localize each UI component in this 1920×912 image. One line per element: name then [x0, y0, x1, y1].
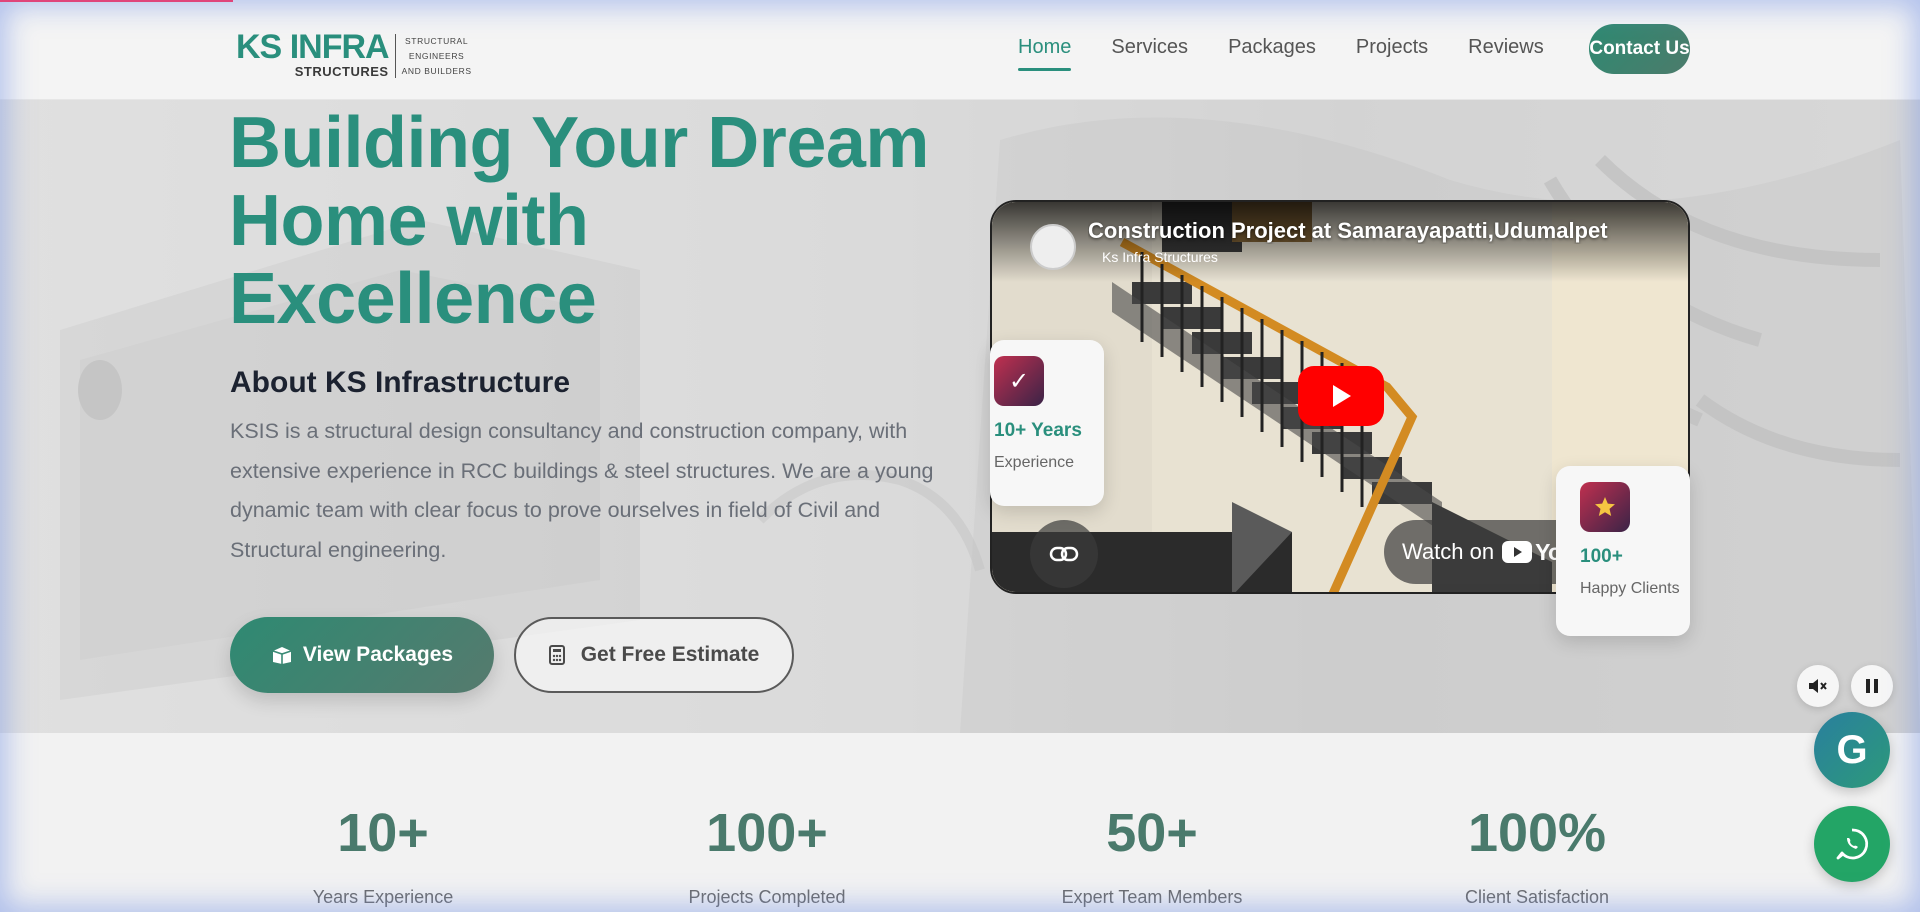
- logo-tagline-line: ENGINEERS: [408, 50, 465, 61]
- get-free-estimate-label: Get Free Estimate: [580, 643, 760, 666]
- stat-years: 10+ Years Experience: [233, 733, 533, 908]
- nav-home[interactable]: Home: [1018, 36, 1072, 71]
- logo-structures: STRUCTURES: [294, 64, 389, 79]
- google-reviews-button[interactable]: G: [1814, 712, 1890, 788]
- nav-projects[interactable]: Projects: [1356, 36, 1428, 59]
- experience-card: ✓ 10+ Years Experience: [990, 340, 1104, 506]
- star-icon: [1580, 482, 1630, 532]
- hero-title-line: Home with: [229, 181, 589, 261]
- happy-clients-label: Happy Clients: [1580, 580, 1680, 597]
- happy-clients-card: 100+ Happy Clients: [1556, 466, 1690, 636]
- stat-label: Years Experience: [312, 887, 454, 907]
- nav-packages[interactable]: Packages: [1228, 36, 1316, 59]
- hero-title-line: Building Your Dream: [229, 103, 929, 183]
- hero-section: Building Your Dream Home with Excellence…: [0, 100, 1920, 733]
- stat-value: 100%: [1467, 803, 1607, 863]
- site-logo[interactable]: KS INFRA STRUCTURES STRUCTURAL ENGINEERS…: [236, 30, 476, 82]
- happy-clients-value: 100+: [1580, 546, 1623, 567]
- speaker-muted-icon: [1809, 679, 1827, 693]
- navbar: KS INFRA STRUCTURES STRUCTURAL ENGINEERS…: [0, 0, 1920, 100]
- nav-services[interactable]: Services: [1111, 36, 1188, 59]
- logo-tagline: STRUCTURAL ENGINEERS AND BUILDERS: [394, 34, 472, 78]
- stat-projects: 100+ Projects Completed: [617, 733, 917, 908]
- logo-tagline-line: STRUCTURAL: [405, 35, 469, 46]
- whatsapp-icon: [1836, 828, 1869, 860]
- stat-value: 10+: [337, 803, 429, 863]
- box-icon: [271, 645, 293, 665]
- youtube-play-icon: [1502, 541, 1533, 563]
- watch-on-label: Watch on: [1402, 539, 1495, 564]
- logo-wordmark: KS INFRA STRUCTURES: [236, 28, 390, 82]
- logo-tagline-line: AND BUILDERS: [401, 65, 472, 76]
- main-nav: Home Services Packages Projects Reviews: [1018, 36, 1584, 71]
- google-g-icon: G: [1836, 727, 1868, 772]
- link-icon: [1049, 546, 1079, 562]
- nav-reviews[interactable]: Reviews: [1468, 36, 1544, 59]
- checkmark-icon: ✓: [994, 356, 1044, 406]
- pause-icon: [1866, 679, 1878, 693]
- about-title: About KS Infrastructure: [230, 366, 571, 399]
- experience-card-value: 10+ Years: [994, 420, 1082, 441]
- stat-label: Client Satisfaction: [1464, 887, 1610, 907]
- calculator-icon: [548, 645, 571, 665]
- copy-link-button[interactable]: [1030, 520, 1098, 588]
- contact-us-button[interactable]: Contact Us: [1589, 24, 1690, 74]
- stat-satisfaction: 100% Client Satisfaction: [1387, 733, 1687, 908]
- whatsapp-button[interactable]: [1814, 806, 1890, 882]
- about-text: KSIS is a structural design consultancy …: [230, 419, 934, 562]
- stat-team: 50+ Expert Team Members: [1002, 733, 1302, 908]
- play-icon: [1333, 385, 1351, 407]
- stat-label: Projects Completed: [688, 887, 846, 907]
- stats-section: 10+ Years Experience 100+ Projects Compl…: [0, 733, 1920, 912]
- get-free-estimate-button[interactable]: Get Free Estimate: [514, 617, 794, 693]
- scroll-progress-bar: [0, 0, 233, 2]
- stat-value: 100+: [706, 803, 828, 863]
- play-button[interactable]: [1298, 366, 1384, 426]
- logo-infra: INFRA: [289, 28, 390, 66]
- video-channel-name[interactable]: Ks Infra Structures: [1102, 249, 1218, 265]
- channel-avatar[interactable]: [1030, 224, 1076, 270]
- logo-ks: KS: [236, 28, 282, 66]
- hero-title: Building Your Dream Home with Excellence: [229, 104, 949, 338]
- video-title[interactable]: Construction Project at Samarayapatti,Ud…: [1088, 218, 1648, 244]
- hero-title-line: Excellence: [229, 259, 597, 339]
- stat-value: 50+: [1106, 803, 1198, 863]
- stat-label: Expert Team Members: [1061, 887, 1243, 907]
- experience-card-label: Experience: [994, 454, 1075, 471]
- pause-button[interactable]: [1851, 665, 1893, 707]
- view-packages-label: View Packages: [302, 643, 454, 666]
- mute-button[interactable]: [1797, 665, 1839, 707]
- view-packages-button[interactable]: View Packages: [230, 617, 494, 693]
